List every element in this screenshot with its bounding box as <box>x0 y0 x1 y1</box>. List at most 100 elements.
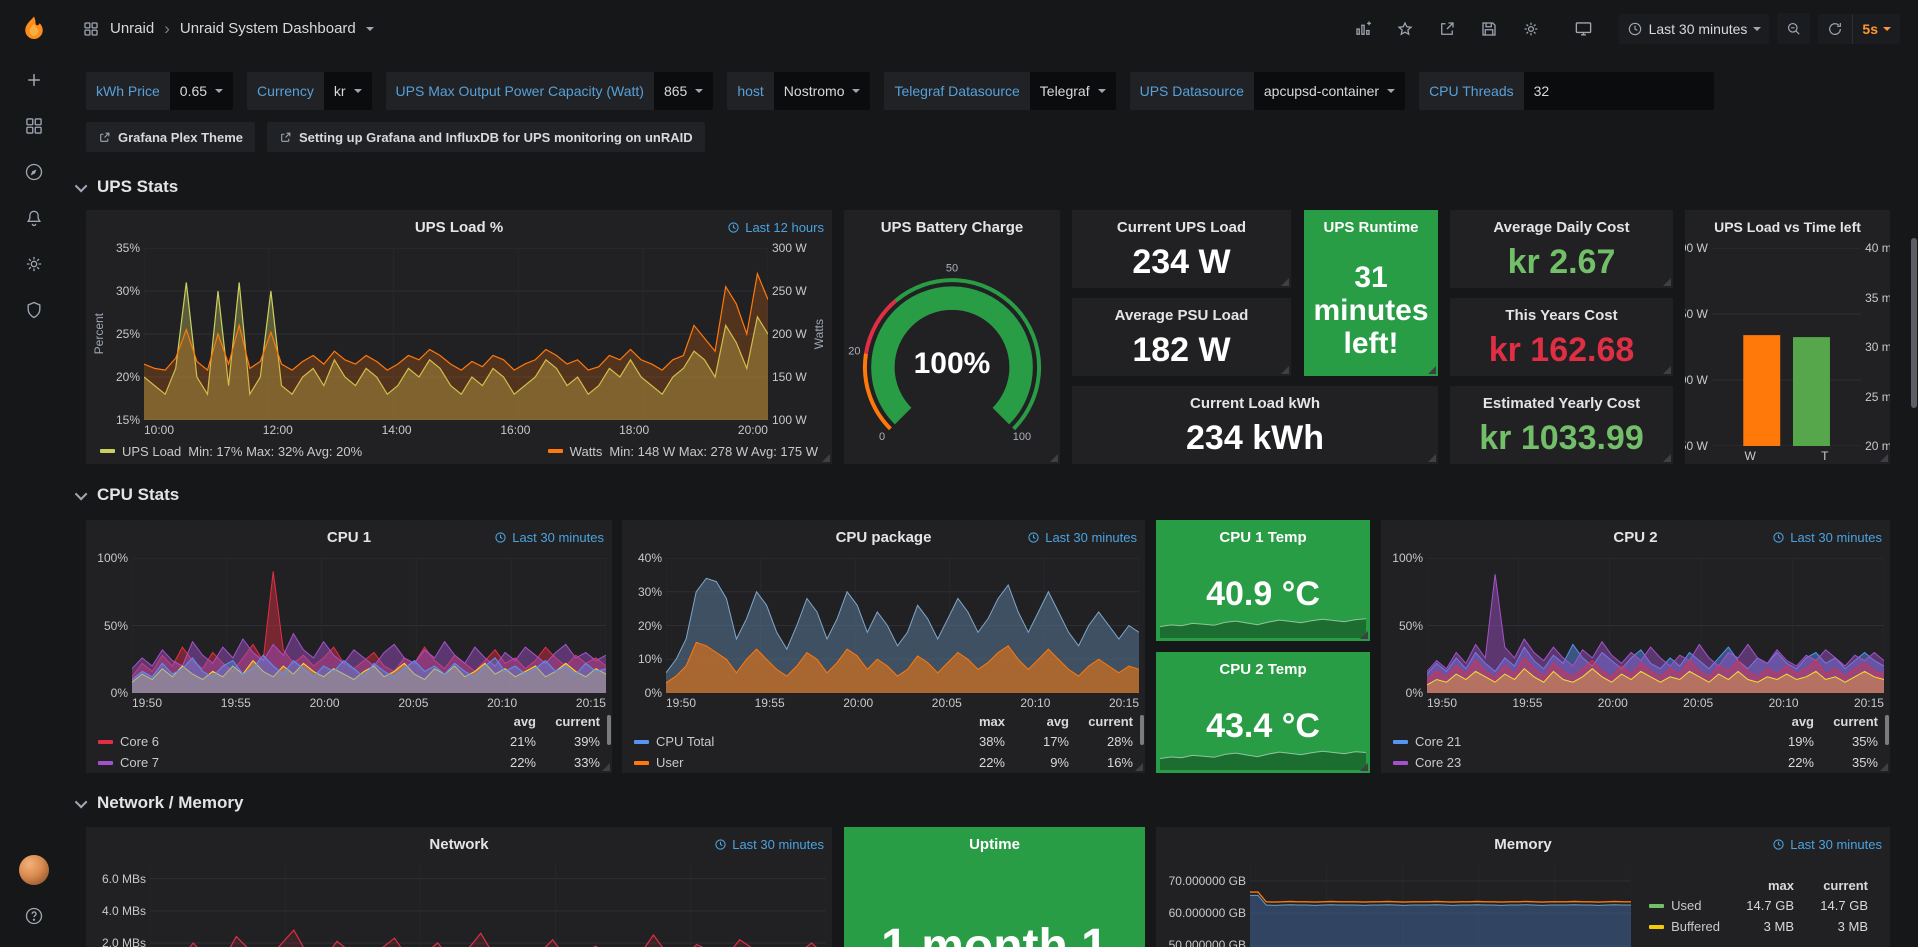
external-link-icon <box>98 131 111 144</box>
dashboard-settings-button[interactable] <box>1514 13 1548 45</box>
axis-tick: 35 min <box>1865 291 1890 305</box>
refresh-button[interactable] <box>1818 14 1852 44</box>
legend-header[interactable]: max <box>941 714 1005 729</box>
network-chart[interactable] <box>150 865 826 947</box>
breadcrumb-folder[interactable]: Unraid <box>110 20 154 37</box>
legend-scrollbar[interactable] <box>607 715 611 745</box>
legend-series-name[interactable]: CPU Total <box>634 734 941 749</box>
axis-tick: 20:10 <box>487 696 517 711</box>
page-scrollbar[interactable] <box>1911 238 1917 408</box>
panel-title-ups-bars[interactable]: UPS Load vs Time left <box>1685 210 1890 244</box>
panel-cpu2-temp: CPU 2 Temp 43.4 °C <box>1156 652 1370 773</box>
panel-title-memory[interactable]: Memory Last 30 minutes <box>1156 827 1890 861</box>
panel-title-ups-load[interactable]: UPS Load % Last 12 hours <box>86 210 832 244</box>
cpu2-chart[interactable] <box>1427 558 1884 693</box>
add-panel-button[interactable] <box>1346 13 1380 45</box>
stat-title[interactable]: Uptime <box>844 827 1145 861</box>
stat-title[interactable]: Average Daily Cost <box>1450 210 1673 244</box>
memory-chart[interactable] <box>1250 865 1631 947</box>
page-title[interactable]: Unraid System Dashboard <box>180 20 356 37</box>
section-ups-stats[interactable]: UPS Stats <box>78 174 178 200</box>
variable-dropdown[interactable]: apcupsd-container <box>1254 72 1405 110</box>
legend-series-name[interactable]: Core 7 <box>98 755 472 770</box>
cycle-view-button[interactable] <box>1566 12 1601 45</box>
legend-header[interactable]: current <box>1814 714 1878 729</box>
legend-series-name[interactable]: Core 23 <box>1393 755 1750 770</box>
legend-header[interactable]: current <box>1794 878 1868 893</box>
legend-series-watts[interactable]: Watts Min: 148 W Max: 278 W Avg: 175 W <box>548 444 818 459</box>
stat-title[interactable]: This Years Cost <box>1450 298 1673 332</box>
sidebar-item-alerting[interactable] <box>0 195 68 241</box>
share-button[interactable] <box>1430 13 1464 45</box>
legend-header[interactable]: avg <box>1005 714 1069 729</box>
sidebar-item-dashboards[interactable] <box>0 103 68 149</box>
clock-icon <box>1627 21 1643 37</box>
cpu1-chart[interactable] <box>132 558 606 693</box>
variable-dropdown[interactable]: 0.65 <box>170 72 233 110</box>
stat-title[interactable]: Estimated Yearly Cost <box>1450 386 1673 420</box>
y-axis-right: 300 W250 W200 W150 W100 W <box>768 248 812 420</box>
panel-title-battery[interactable]: UPS Battery Charge <box>844 210 1060 244</box>
save-button[interactable] <box>1472 13 1506 45</box>
dashboard-link[interactable]: Setting up Grafana and InfluxDB for UPS … <box>267 122 705 152</box>
legend-value: 38% <box>941 734 1005 749</box>
axis-tick: 20:05 <box>398 696 428 711</box>
legend-scrollbar[interactable] <box>1885 715 1889 745</box>
grafana-logo[interactable] <box>0 0 68 57</box>
axis-tick: 200 W <box>772 327 807 341</box>
chevron-down-icon <box>695 89 703 93</box>
legend-value: 3 MB <box>1794 919 1868 934</box>
variable-dropdown[interactable]: Telegraf <box>1030 72 1116 110</box>
refresh-interval-dropdown[interactable]: 5s <box>1852 14 1900 44</box>
sidebar-item-configuration[interactable] <box>0 241 68 287</box>
sidebar-item-server-admin[interactable] <box>0 287 68 333</box>
variable-dropdown[interactable]: 865 <box>654 72 713 110</box>
legend-value: 21% <box>472 734 536 749</box>
variable-label: Currency <box>247 72 324 110</box>
legend-header[interactable]: current <box>536 714 600 729</box>
stat-title[interactable]: Average PSU Load <box>1072 298 1291 332</box>
sidebar-item-help[interactable] <box>0 893 68 939</box>
bell-icon <box>24 208 44 228</box>
sidebar-item-profile[interactable] <box>0 847 68 893</box>
section-cpu-stats[interactable]: CPU Stats <box>78 482 179 508</box>
stat-title[interactable]: CPU 1 Temp <box>1156 520 1370 554</box>
ups-load-chart[interactable] <box>144 248 768 420</box>
legend-series-name[interactable]: Used <box>1649 898 1720 913</box>
legend-header[interactable]: avg <box>1750 714 1814 729</box>
breadcrumb[interactable]: Unraid › Unraid System Dashboard <box>82 19 374 39</box>
legend-header[interactable]: current <box>1069 714 1133 729</box>
legend-series-name[interactable]: Core 6 <box>98 734 472 749</box>
section-title: UPS Stats <box>97 177 178 197</box>
variable-input[interactable]: 32 <box>1524 72 1714 110</box>
sidebar-item-explore[interactable] <box>0 149 68 195</box>
time-range-picker[interactable]: Last 30 minutes <box>1619 14 1770 44</box>
sidebar-item-create[interactable] <box>0 57 68 103</box>
stat-title[interactable]: Current UPS Load <box>1072 210 1291 244</box>
star-button[interactable] <box>1388 13 1422 45</box>
cpu-package-chart[interactable] <box>666 558 1139 693</box>
panel-title-cpu1[interactable]: CPU 1 Last 30 minutes <box>86 520 612 554</box>
sidebar <box>0 0 68 947</box>
legend-series-name[interactable]: User <box>634 755 941 770</box>
section-network-memory[interactable]: Network / Memory <box>78 790 243 816</box>
variable-ups-max-output-power-capacity-watt-: UPS Max Output Power Capacity (Watt)865 <box>386 72 714 110</box>
legend-scrollbar[interactable] <box>1140 715 1144 745</box>
legend-series-name[interactable]: Buffered <box>1649 919 1720 934</box>
stat-title[interactable]: CPU 2 Temp <box>1156 652 1370 686</box>
variable-label: UPS Max Output Power Capacity (Watt) <box>386 72 654 110</box>
legend-header[interactable]: avg <box>472 714 536 729</box>
legend-header[interactable]: max <box>1720 878 1794 893</box>
legend-series-name[interactable]: Core 21 <box>1393 734 1750 749</box>
panel-title-network[interactable]: Network Last 30 minutes <box>86 827 832 861</box>
axis-tick: 19:55 <box>221 696 251 711</box>
panel-title-cpu-package[interactable]: CPU package Last 30 minutes <box>622 520 1145 554</box>
stat-title[interactable]: Current Load kWh <box>1072 386 1438 420</box>
stat-title[interactable]: UPS Runtime <box>1304 210 1438 244</box>
variable-dropdown[interactable]: kr <box>324 72 372 110</box>
dashboard-link[interactable]: Grafana Plex Theme <box>86 122 255 152</box>
ups-bars-chart[interactable] <box>1712 248 1861 446</box>
legend-series-ups-load[interactable]: UPS Load Min: 17% Max: 32% Avg: 20% <box>100 444 362 459</box>
panel-title-cpu2[interactable]: CPU 2 Last 30 minutes <box>1381 520 1890 554</box>
variable-dropdown[interactable]: Nostromo <box>774 72 871 110</box>
